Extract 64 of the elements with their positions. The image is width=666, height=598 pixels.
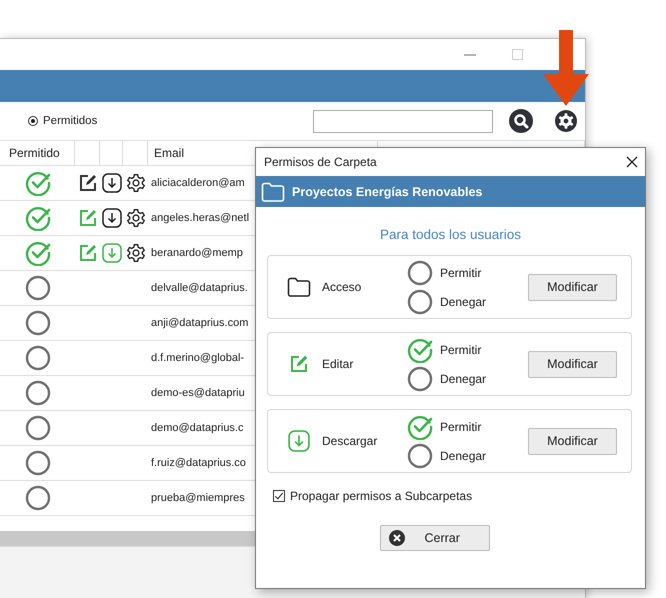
permission-label: Descargar (322, 434, 378, 448)
email-cell: prueba@miempres (151, 492, 245, 504)
permission-label: Editar (322, 357, 354, 371)
folder-icon (287, 277, 311, 297)
gear-icon[interactable] (126, 173, 146, 193)
check-circle-icon[interactable] (24, 205, 50, 231)
empty-circle-icon[interactable] (24, 450, 50, 476)
download-icon[interactable] (102, 208, 122, 228)
close-icon[interactable] (626, 156, 638, 168)
download-icon[interactable] (102, 173, 122, 193)
checkbox-label[interactable]: Propagar permisos a Subcarpetas (290, 489, 472, 503)
gear-icon[interactable] (126, 208, 146, 228)
radio-button[interactable] (28, 116, 38, 126)
modify-button[interactable]: Modificar (528, 274, 617, 300)
checkbox[interactable] (273, 490, 285, 502)
folder-name: Proyectos Energías Renovables (292, 184, 482, 198)
empty-circle-icon[interactable] (407, 288, 433, 314)
option-label[interactable]: Denegar (440, 448, 486, 462)
email-cell: d.f.merino@global- (151, 352, 244, 364)
empty-circle-icon[interactable] (407, 366, 433, 392)
close-circle-icon (388, 530, 404, 546)
option-label[interactable]: Permitir (440, 342, 482, 356)
option-label[interactable]: Denegar (440, 372, 486, 386)
column-header[interactable]: Permitido (0, 141, 75, 165)
email-cell: anji@dataprius.com (151, 317, 248, 329)
folder-icon (261, 182, 285, 202)
empty-circle-icon[interactable] (24, 485, 50, 511)
search-field[interactable] (313, 110, 493, 132)
email-cell: aliciacalderon@am (151, 177, 245, 189)
empty-circle-icon[interactable] (24, 380, 50, 406)
dialog-title: Permisos de Carpeta (264, 155, 377, 169)
permission-label: Acceso (322, 280, 362, 294)
email-cell: beranardo@memp (151, 247, 243, 259)
check-circle-icon[interactable] (24, 170, 50, 196)
search-icon[interactable] (509, 109, 533, 133)
empty-circle-icon[interactable] (407, 260, 433, 286)
modify-button[interactable]: Modificar (528, 350, 617, 378)
check-circle-icon[interactable] (24, 240, 50, 266)
email-cell: demo@dataprius.c (151, 422, 244, 434)
download-icon (288, 430, 310, 452)
option-label[interactable]: Permitir (440, 266, 482, 280)
check-circle-icon[interactable] (407, 414, 433, 440)
email-cell: demo-es@datapriu (151, 387, 245, 399)
email-cell: angeles.heras@netl (151, 212, 250, 224)
empty-circle-icon[interactable] (407, 442, 433, 468)
email-cell: f.ruiz@dataprius.co (151, 457, 246, 469)
close-button[interactable]: Cerrar (380, 525, 490, 551)
pointer-arrow-icon (543, 30, 589, 106)
minimize-icon[interactable] (464, 54, 476, 56)
subtitle: Para todos los usuarios (378, 227, 522, 242)
empty-circle-icon[interactable] (24, 415, 50, 441)
empty-circle-icon[interactable] (24, 275, 50, 301)
modify-button[interactable]: Modificar (528, 428, 617, 454)
radio-label[interactable]: Permitidos (43, 115, 98, 127)
settings-icon[interactable] (555, 110, 577, 132)
edit-icon (289, 354, 309, 374)
check-circle-icon[interactable] (407, 336, 433, 362)
empty-circle-icon[interactable] (24, 345, 50, 371)
gear-icon[interactable] (126, 243, 146, 263)
edit-icon[interactable] (78, 173, 98, 193)
email-cell: delvalle@dataprius. (151, 282, 248, 294)
empty-circle-icon[interactable] (24, 310, 50, 336)
option-label[interactable]: Denegar (440, 294, 486, 308)
option-label[interactable]: Permitir (440, 420, 482, 434)
